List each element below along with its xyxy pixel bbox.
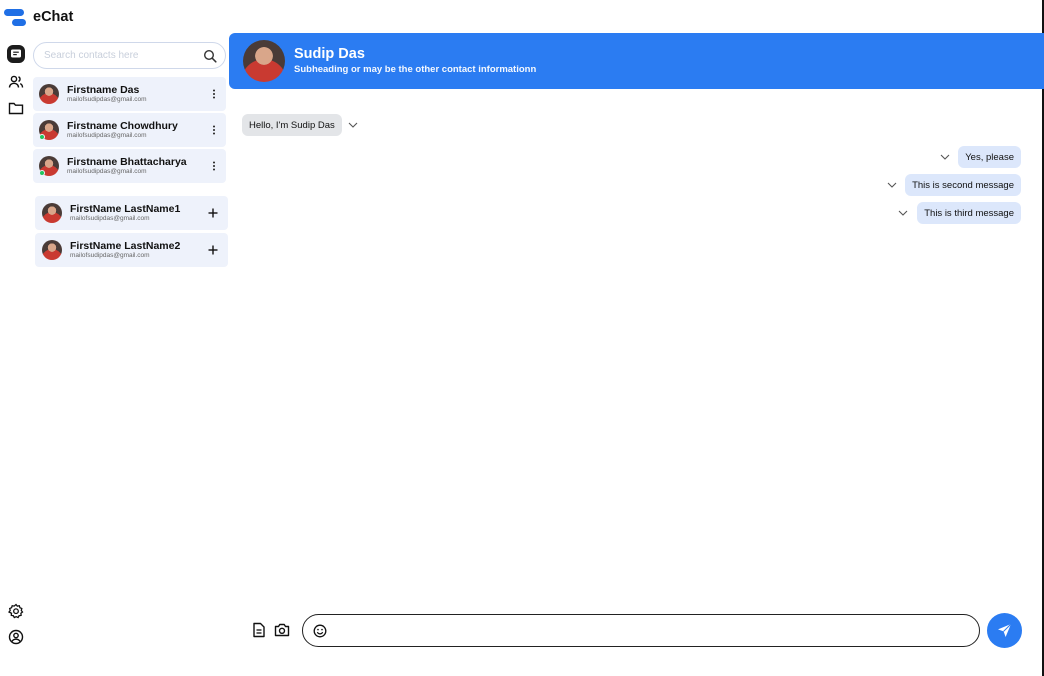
chevron-down-icon[interactable]	[886, 179, 898, 191]
message-input[interactable]	[335, 624, 979, 637]
send-icon	[998, 623, 1012, 637]
contact-email: mailofsudipdas@gmail.com	[67, 96, 147, 103]
chat-title: Sudip Das	[294, 46, 365, 63]
avatar	[39, 120, 59, 140]
avatar	[39, 84, 59, 104]
avatar	[42, 240, 62, 260]
more-options-icon[interactable]	[208, 161, 220, 171]
more-options-icon[interactable]	[208, 125, 220, 135]
chevron-down-icon[interactable]	[939, 151, 951, 163]
contact-email: mailofsudipdas@gmail.com	[70, 215, 150, 222]
contact-email: mailofsudipdas@gmail.com	[70, 252, 150, 259]
add-contact-icon[interactable]	[206, 208, 220, 218]
contact-name: Firstname Bhattacharya	[67, 155, 187, 168]
chat-list-item[interactable]: Firstname Chowdhury mailofsudipdas@gmail…	[33, 113, 226, 147]
incoming-message: Hello, I'm Sudip Das	[242, 114, 342, 136]
echat-logo-icon	[4, 7, 26, 27]
chat-icon[interactable]	[7, 45, 25, 63]
chevron-down-icon[interactable]	[897, 207, 909, 219]
contact-email: mailofsudipdas@gmail.com	[67, 168, 147, 175]
chat-list-item[interactable]: Firstname Bhattacharya mailofsudipdas@gm…	[33, 149, 226, 183]
contact-name: Firstname Das	[67, 83, 140, 96]
chat-subtitle: Subheading or may be the other contact i…	[294, 63, 537, 75]
more-options-icon[interactable]	[208, 89, 220, 99]
chat-header: Sudip Das Subheading or may be the other…	[229, 33, 1044, 89]
avatar	[39, 156, 59, 176]
contact-name: Firstname Chowdhury	[67, 119, 178, 132]
send-button[interactable]	[987, 613, 1022, 648]
outgoing-message: This is third message	[917, 202, 1021, 224]
brand: eChat	[4, 7, 73, 27]
online-status-dot	[39, 134, 45, 140]
search-input[interactable]	[44, 50, 203, 61]
profile-icon[interactable]	[6, 627, 26, 647]
document-icon[interactable]	[251, 622, 267, 638]
camera-icon[interactable]	[274, 622, 290, 638]
users-icon[interactable]	[6, 72, 26, 92]
add-contact-icon[interactable]	[206, 245, 220, 255]
outgoing-message: This is second message	[905, 174, 1021, 196]
search-icon[interactable]	[203, 49, 217, 63]
search-box	[33, 42, 226, 69]
outgoing-message: Yes, please	[958, 146, 1021, 168]
settings-icon[interactable]	[6, 601, 26, 621]
avatar	[42, 203, 62, 223]
suggested-contact-item: FirstName LastName2 mailofsudipdas@gmail…	[35, 233, 228, 267]
brand-name: eChat	[33, 9, 74, 25]
contact-name: FirstName LastName1	[70, 202, 181, 215]
emoji-icon[interactable]	[313, 624, 327, 638]
suggested-contact-item: FirstName LastName1 mailofsudipdas@gmail…	[35, 196, 228, 230]
chevron-down-icon[interactable]	[347, 119, 359, 131]
chat-list-item[interactable]: Firstname Das mailofsudipdas@gmail.com	[33, 77, 226, 111]
contact-avatar	[243, 40, 285, 82]
contact-email: mailofsudipdas@gmail.com	[67, 132, 147, 139]
message-composer	[302, 614, 980, 647]
online-status-dot	[39, 170, 45, 176]
folder-icon[interactable]	[6, 98, 26, 118]
contact-name: FirstName LastName2	[70, 239, 181, 252]
echat-app: eChat Search contacts here Firstname Das…	[0, 0, 1044, 676]
